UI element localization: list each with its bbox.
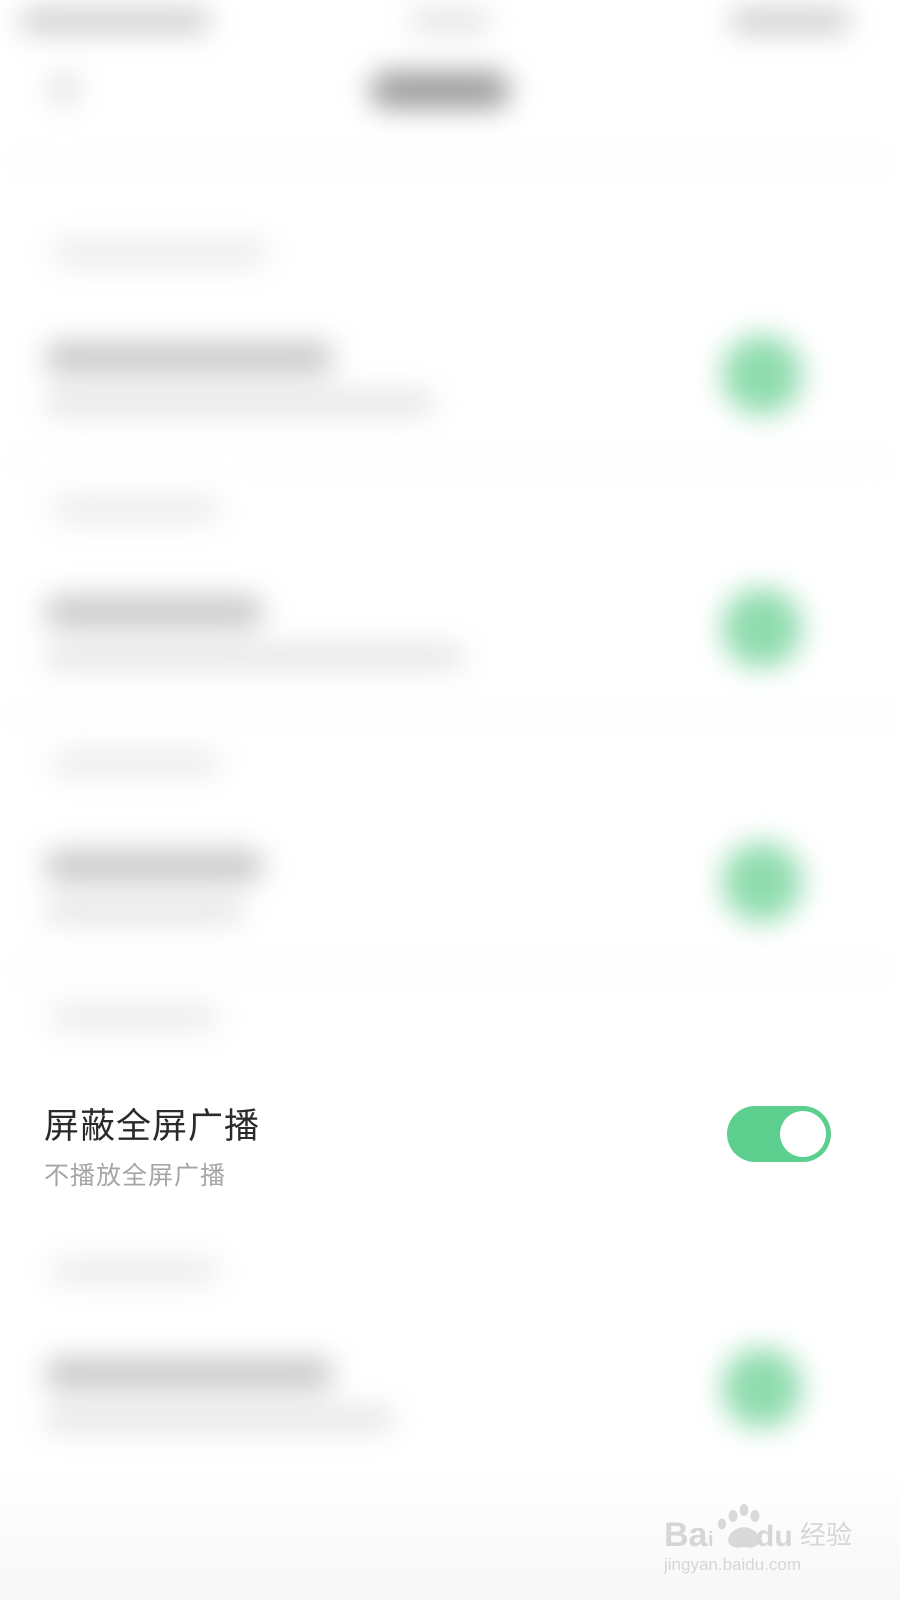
setting-toggle-blur[interactable] — [722, 588, 802, 668]
svg-text:jingyan.baidu.com: jingyan.baidu.com — [663, 1555, 801, 1574]
setting-row-block-fullscreen-broadcast: 屏蔽全屏广播 不播放全屏广播 — [0, 1090, 900, 1220]
setting-title-blur — [44, 1358, 334, 1390]
baidu-watermark: Ba i du 经验 jingyan.baidu.com — [660, 1498, 860, 1578]
setting-toggle-blur[interactable] — [722, 1348, 802, 1428]
setting-subtitle-blur — [44, 646, 464, 668]
setting-subtitle-blur — [44, 900, 244, 922]
back-arrow-icon[interactable] — [50, 72, 78, 106]
page-title-blur — [370, 72, 510, 108]
section-header-blur — [50, 496, 220, 522]
toggle-knob — [780, 1111, 826, 1157]
section-header-blur — [50, 240, 270, 266]
svg-text:du: du — [756, 1520, 793, 1553]
svg-text:i: i — [708, 1529, 714, 1551]
block-fullscreen-broadcast-toggle[interactable] — [727, 1106, 831, 1162]
setting-subtitle: 不播放全屏广播 — [44, 1161, 227, 1190]
status-bar-right-blur — [730, 10, 850, 32]
section-header-blur — [50, 1258, 220, 1284]
svg-text:Ba: Ba — [664, 1516, 709, 1554]
status-bar-left-blur — [20, 10, 210, 32]
setting-toggle-blur[interactable] — [722, 842, 802, 922]
setting-title-blur — [44, 850, 264, 882]
header-divider — [0, 160, 900, 162]
blurred-background — [0, 0, 900, 1600]
section-header-blur — [50, 750, 220, 776]
setting-subtitle-blur — [44, 392, 434, 414]
row-divider — [0, 715, 900, 717]
status-bar-center-blur — [410, 10, 490, 32]
row-divider — [0, 968, 900, 970]
setting-title-blur — [44, 342, 334, 374]
setting-title: 屏蔽全屏广播 — [44, 1107, 261, 1147]
setting-title-blur — [44, 596, 264, 628]
row-divider — [0, 460, 900, 462]
svg-text:经验: 经验 — [800, 1521, 852, 1551]
section-header-blur — [50, 1004, 220, 1030]
settings-screen: 屏蔽全屏广播 不播放全屏广播 Ba i du 经验 jingyan.baidu.… — [0, 0, 900, 1600]
setting-subtitle-blur — [44, 1408, 394, 1430]
baidu-logo: Ba i du 经验 jingyan.baidu.com — [663, 1504, 852, 1574]
setting-toggle-blur[interactable] — [722, 335, 802, 415]
